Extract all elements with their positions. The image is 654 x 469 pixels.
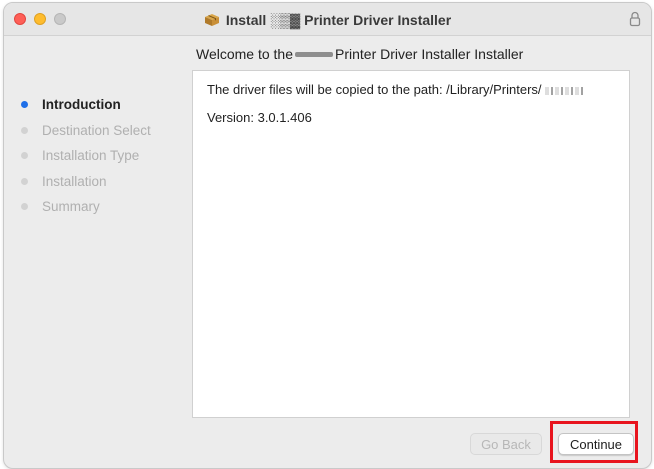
step-indicator-dot [21, 126, 28, 134]
step-label: Summary [42, 199, 100, 215]
heading-prefix: Welcome to the [196, 46, 294, 62]
step-label: Destination Select [42, 122, 151, 138]
step-indicator-dot [21, 177, 28, 185]
step-indicator-dot [21, 203, 28, 211]
driver-path-text: The driver files will be copied to the p… [207, 82, 585, 97]
step-label: Installation [42, 173, 107, 189]
step-indicator-dot [21, 152, 28, 160]
step-summary: Summary [16, 194, 186, 220]
heading-suffix: Printer Driver Installer Installer [335, 46, 524, 62]
step-label: Introduction [42, 97, 121, 113]
introduction-content-panel[interactable]: The driver files will be copied to the p… [192, 70, 630, 418]
package-icon [204, 14, 219, 26]
window-title-group: Install ░▒▓ Printer Driver Installer [4, 10, 651, 30]
step-installation-type: Installation Type [16, 143, 186, 169]
step-introduction: Introduction [16, 92, 186, 118]
driver-path-line: The driver files will be copied to the p… [207, 82, 542, 97]
continue-button[interactable]: Continue [558, 433, 634, 455]
redacted-path-segment [544, 86, 585, 95]
lock-icon [629, 11, 641, 27]
window-title: Install ░▒▓ Printer Driver Installer [225, 12, 452, 28]
step-destination-select: Destination Select [16, 118, 186, 144]
step-installation: Installation [16, 169, 186, 195]
title-bar[interactable]: Install ░▒▓ Printer Driver Installer [4, 3, 651, 36]
go-back-button[interactable]: Go Back [470, 433, 542, 455]
step-indicator-dot [21, 101, 28, 109]
version-text: Version: 3.0.1.406 [207, 110, 312, 125]
installer-steps-sidebar: Introduction Destination Select Installa… [16, 92, 186, 220]
page-heading: Welcome to the Printer Driver Installer I… [196, 46, 523, 62]
step-label: Installation Type [42, 148, 140, 164]
redacted-brand [295, 51, 334, 57]
